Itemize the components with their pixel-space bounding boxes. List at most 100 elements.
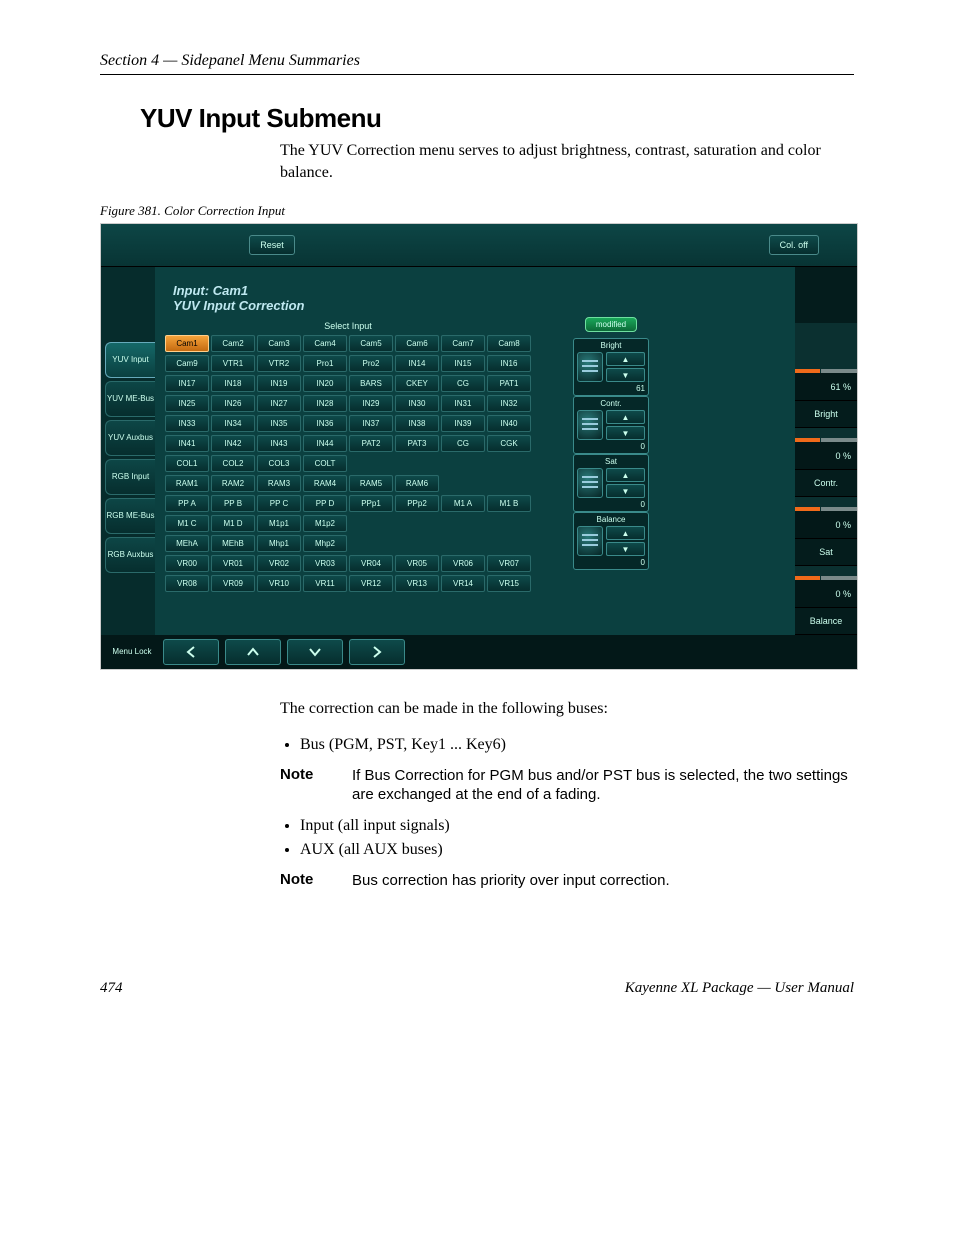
input-ppp1[interactable]: PPp1 bbox=[349, 495, 393, 512]
input-in39[interactable]: IN39 bbox=[441, 415, 485, 432]
input-vr02[interactable]: VR02 bbox=[257, 555, 301, 572]
param-down-button[interactable]: ▼ bbox=[606, 368, 645, 382]
input-in44[interactable]: IN44 bbox=[303, 435, 347, 452]
input-in31[interactable]: IN31 bbox=[441, 395, 485, 412]
tab-rgb-me-bus[interactable]: RGB ME-Bus bbox=[105, 498, 155, 534]
input-vr03[interactable]: VR03 bbox=[303, 555, 347, 572]
input-in19[interactable]: IN19 bbox=[257, 375, 301, 392]
tab-rgb-auxbus[interactable]: RGB Auxbus bbox=[105, 537, 155, 573]
input-pp-b[interactable]: PP B bbox=[211, 495, 255, 512]
param-knob[interactable] bbox=[577, 526, 603, 556]
param-down-button[interactable]: ▼ bbox=[606, 542, 645, 556]
input-ram5[interactable]: RAM5 bbox=[349, 475, 393, 492]
input-cg[interactable]: CG bbox=[441, 375, 485, 392]
input-cam5[interactable]: Cam5 bbox=[349, 335, 393, 352]
input-ram6[interactable]: RAM6 bbox=[395, 475, 439, 492]
param-up-button[interactable]: ▲ bbox=[606, 352, 645, 366]
input-in16[interactable]: IN16 bbox=[487, 355, 531, 372]
input-m1-a[interactable]: M1 A bbox=[441, 495, 485, 512]
menu-lock-label[interactable]: Menu Lock bbox=[107, 648, 157, 657]
param-knob[interactable] bbox=[577, 468, 603, 498]
input-in41[interactable]: IN41 bbox=[165, 435, 209, 452]
input-vr15[interactable]: VR15 bbox=[487, 575, 531, 592]
input-in28[interactable]: IN28 bbox=[303, 395, 347, 412]
tab-yuv-me-bus[interactable]: YUV ME-Bus bbox=[105, 381, 155, 417]
tab-yuv-auxbus[interactable]: YUV Auxbus bbox=[105, 420, 155, 456]
input-vr09[interactable]: VR09 bbox=[211, 575, 255, 592]
input-vr04[interactable]: VR04 bbox=[349, 555, 393, 572]
input-vr12[interactable]: VR12 bbox=[349, 575, 393, 592]
input-in25[interactable]: IN25 bbox=[165, 395, 209, 412]
input-m1-b[interactable]: M1 B bbox=[487, 495, 531, 512]
input-cam2[interactable]: Cam2 bbox=[211, 335, 255, 352]
input-in26[interactable]: IN26 bbox=[211, 395, 255, 412]
input-cam4[interactable]: Cam4 bbox=[303, 335, 347, 352]
input-cg[interactable]: CG bbox=[441, 435, 485, 452]
input-in37[interactable]: IN37 bbox=[349, 415, 393, 432]
input-ckey[interactable]: CKEY bbox=[395, 375, 439, 392]
input-in40[interactable]: IN40 bbox=[487, 415, 531, 432]
tab-yuv-input[interactable]: YUV Input bbox=[105, 342, 155, 378]
input-bars[interactable]: BARS bbox=[349, 375, 393, 392]
input-in43[interactable]: IN43 bbox=[257, 435, 301, 452]
input-m1p2[interactable]: M1p2 bbox=[303, 515, 347, 532]
input-ram3[interactable]: RAM3 bbox=[257, 475, 301, 492]
param-down-button[interactable]: ▼ bbox=[606, 426, 645, 440]
input-ram1[interactable]: RAM1 bbox=[165, 475, 209, 492]
color-off-button[interactable]: Col. off bbox=[769, 235, 819, 255]
reset-button[interactable]: Reset bbox=[249, 235, 295, 255]
input-ppp2[interactable]: PPp2 bbox=[395, 495, 439, 512]
input-in36[interactable]: IN36 bbox=[303, 415, 347, 432]
input-m1p1[interactable]: M1p1 bbox=[257, 515, 301, 532]
input-meha[interactable]: MEhA bbox=[165, 535, 209, 552]
input-vr00[interactable]: VR00 bbox=[165, 555, 209, 572]
input-in34[interactable]: IN34 bbox=[211, 415, 255, 432]
input-pp-d[interactable]: PP D bbox=[303, 495, 347, 512]
input-vr10[interactable]: VR10 bbox=[257, 575, 301, 592]
input-pat3[interactable]: PAT3 bbox=[395, 435, 439, 452]
input-vr05[interactable]: VR05 bbox=[395, 555, 439, 572]
tab-rgb-input[interactable]: RGB Input bbox=[105, 459, 155, 495]
input-cam1[interactable]: Cam1 bbox=[165, 335, 209, 352]
input-cgk[interactable]: CGK bbox=[487, 435, 531, 452]
input-pro1[interactable]: Pro1 bbox=[303, 355, 347, 372]
input-pro2[interactable]: Pro2 bbox=[349, 355, 393, 372]
input-in30[interactable]: IN30 bbox=[395, 395, 439, 412]
nav-right-button[interactable] bbox=[349, 639, 405, 665]
input-in35[interactable]: IN35 bbox=[257, 415, 301, 432]
input-pat1[interactable]: PAT1 bbox=[487, 375, 531, 392]
input-in42[interactable]: IN42 bbox=[211, 435, 255, 452]
input-vtr2[interactable]: VTR2 bbox=[257, 355, 301, 372]
input-in17[interactable]: IN17 bbox=[165, 375, 209, 392]
input-cam3[interactable]: Cam3 bbox=[257, 335, 301, 352]
input-pat2[interactable]: PAT2 bbox=[349, 435, 393, 452]
input-cam6[interactable]: Cam6 bbox=[395, 335, 439, 352]
input-vr13[interactable]: VR13 bbox=[395, 575, 439, 592]
param-knob[interactable] bbox=[577, 410, 603, 440]
param-down-button[interactable]: ▼ bbox=[606, 484, 645, 498]
input-m1-d[interactable]: M1 D bbox=[211, 515, 255, 532]
nav-up-button[interactable] bbox=[225, 639, 281, 665]
modified-badge[interactable]: modified bbox=[585, 317, 637, 332]
input-vr11[interactable]: VR11 bbox=[303, 575, 347, 592]
input-vr08[interactable]: VR08 bbox=[165, 575, 209, 592]
input-pp-a[interactable]: PP A bbox=[165, 495, 209, 512]
param-up-button[interactable]: ▲ bbox=[606, 410, 645, 424]
input-mehb[interactable]: MEhB bbox=[211, 535, 255, 552]
input-mhp1[interactable]: Mhp1 bbox=[257, 535, 301, 552]
input-vr01[interactable]: VR01 bbox=[211, 555, 255, 572]
input-vr06[interactable]: VR06 bbox=[441, 555, 485, 572]
input-in38[interactable]: IN38 bbox=[395, 415, 439, 432]
input-in15[interactable]: IN15 bbox=[441, 355, 485, 372]
input-m1-c[interactable]: M1 C bbox=[165, 515, 209, 532]
input-vr14[interactable]: VR14 bbox=[441, 575, 485, 592]
input-mhp2[interactable]: Mhp2 bbox=[303, 535, 347, 552]
input-cam7[interactable]: Cam7 bbox=[441, 335, 485, 352]
nav-left-button[interactable] bbox=[163, 639, 219, 665]
input-col1[interactable]: COL1 bbox=[165, 455, 209, 472]
input-pp-c[interactable]: PP C bbox=[257, 495, 301, 512]
param-up-button[interactable]: ▲ bbox=[606, 468, 645, 482]
input-ram4[interactable]: RAM4 bbox=[303, 475, 347, 492]
input-ram2[interactable]: RAM2 bbox=[211, 475, 255, 492]
input-col3[interactable]: COL3 bbox=[257, 455, 301, 472]
